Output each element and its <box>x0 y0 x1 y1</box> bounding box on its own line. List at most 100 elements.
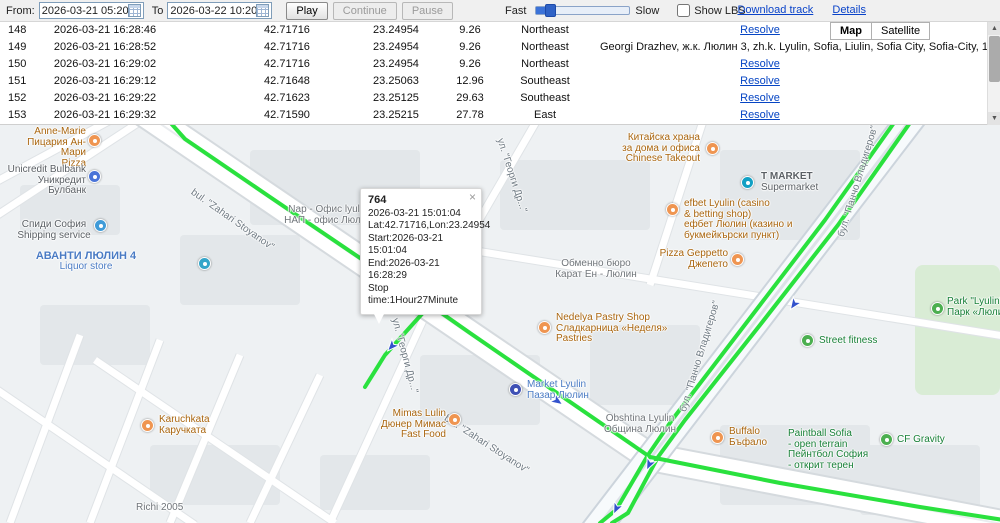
poi-label-geppetto: Pizza Geppetto Джепето <box>659 248 728 270</box>
resolve-link[interactable]: Resolve <box>740 92 780 104</box>
park-icon[interactable] <box>931 302 944 315</box>
row-lon: 23.25215 <box>373 109 419 121</box>
shipping-icon[interactable] <box>94 219 107 232</box>
row-time: 2026-03-21 16:29:12 <box>53 75 157 87</box>
row-lat: 42.71648 <box>264 75 310 87</box>
table-row[interactable]: 149 2026-03-21 16:28:52 42.71716 23.2495… <box>0 39 1000 56</box>
resolved-address: Georgi Drazhev, ж.к. Люлин 3, zh.k. Lyul… <box>600 41 1000 53</box>
resolve-link[interactable]: Resolve <box>740 58 780 70</box>
table-row[interactable]: 151 2026-03-21 16:29:12 42.71648 23.2506… <box>0 73 1000 90</box>
row-lat: 42.71716 <box>264 41 310 53</box>
map-button[interactable]: Map <box>830 22 872 40</box>
download-track-link[interactable]: Download track <box>737 4 813 16</box>
calendar-icon[interactable] <box>256 4 270 17</box>
poi-label-paintball: Paintball Sofia - open terrain Пейнтбол Со… <box>788 428 869 471</box>
fast-food-icon[interactable] <box>448 413 461 426</box>
poi-label-mimas: Mimas Lulin Дюнер Мимас Fast Food <box>380 408 446 440</box>
row-speed: 27.78 <box>456 109 484 121</box>
supermarket-icon[interactable] <box>741 176 754 189</box>
close-icon[interactable]: × <box>469 191 476 203</box>
info-line-time: 2026-03-21 15:01:04 <box>368 207 461 219</box>
info-line-stoptime: Stop time:1Hour27Minute <box>368 282 459 307</box>
slider-handle[interactable] <box>545 4 557 17</box>
poi-label-obshtina: Obshtina Lyulin Община Люлин <box>604 413 676 435</box>
restaurant-icon[interactable] <box>731 253 744 266</box>
info-line-start: Start:2026-03-21 15:01:04 <box>368 232 444 257</box>
poi-label-karuchkata: Karuchkata Каручката <box>159 414 210 436</box>
row-direction: Northeast <box>521 41 569 53</box>
row-direction: Northeast <box>521 24 569 36</box>
row-lon: 23.25063 <box>373 75 419 87</box>
speed-slider[interactable] <box>535 4 631 17</box>
poi-label-avanti: АВАНТИ ЛЮЛИН 4 Liquor store <box>35 250 137 272</box>
poi-label-efbet: efbet Lyulin (casino & betting shop) ефбет… <box>684 198 793 241</box>
table-row[interactable]: 150 2026-03-21 16:29:02 42.71716 23.2495… <box>0 56 1000 73</box>
row-speed: 12.96 <box>456 75 484 87</box>
restaurant-icon[interactable] <box>711 431 724 444</box>
fitness-icon[interactable] <box>801 334 814 347</box>
scrollbar-thumb[interactable] <box>989 36 1000 82</box>
toolbar-links: Download track Details <box>721 4 866 16</box>
details-link[interactable]: Details <box>832 4 866 16</box>
map-type-toggle: Map Satellite <box>830 22 931 40</box>
row-direction: Southeast <box>520 75 570 87</box>
calendar-icon[interactable] <box>127 4 141 17</box>
restaurant-icon[interactable] <box>88 134 101 147</box>
track-info-window: × 764 2026-03-21 15:01:04 Lat:42.71716,L… <box>360 188 490 324</box>
row-time: 2026-03-21 16:29:22 <box>53 92 157 104</box>
slow-label: Slow <box>635 4 660 17</box>
show-lbs-checkbox[interactable] <box>677 4 691 17</box>
row-direction: Northeast <box>521 58 569 70</box>
map-canvas[interactable]: bul. "Zahari Stoyanov" bul. "Zahari Stoy… <box>0 125 1000 523</box>
table-row[interactable]: 152 2026-03-21 16:29:22 42.71623 23.2512… <box>0 90 1000 107</box>
row-lon: 23.24954 <box>373 41 419 53</box>
row-time: 2026-03-21 16:28:52 <box>53 41 157 53</box>
info-window-tail <box>374 313 384 324</box>
table-row[interactable]: 153 2026-03-21 16:29:32 42.71590 23.2521… <box>0 107 1000 124</box>
row-index: 151 <box>8 75 27 87</box>
scroll-up-icon[interactable]: ▲ <box>988 22 1000 35</box>
fast-label: Fast <box>505 4 527 17</box>
row-speed: 9.26 <box>459 24 481 36</box>
from-date-input[interactable] <box>41 4 128 17</box>
pastry-shop-icon[interactable] <box>538 321 551 334</box>
row-direction: East <box>533 109 556 121</box>
table-scrollbar[interactable]: ▲ ▼ <box>987 22 1000 125</box>
row-lat: 42.71716 <box>264 58 310 70</box>
row-speed: 9.26 <box>459 58 481 70</box>
row-index: 148 <box>8 24 27 36</box>
info-line-end: End:2026-03-21 16:28:29 <box>368 257 440 282</box>
row-index: 150 <box>8 58 27 70</box>
from-date-field <box>38 2 144 19</box>
casino-icon[interactable] <box>666 203 679 216</box>
pause-button[interactable]: Pause <box>401 1 454 20</box>
poi-label-unicredit: Unicredit Bulbank Уникредит Булбанк <box>7 164 86 196</box>
bank-icon[interactable] <box>88 170 101 183</box>
satellite-button[interactable]: Satellite <box>872 22 931 40</box>
row-speed: 29.63 <box>456 92 484 104</box>
poi-label-chinese-takeout: Китайска храна за дома и офиса Chinese Tak… <box>622 132 700 164</box>
restaurant-icon[interactable] <box>706 142 719 155</box>
row-lon: 23.24954 <box>373 58 419 70</box>
play-button[interactable]: Play <box>286 1 328 20</box>
scroll-down-icon[interactable]: ▼ <box>988 112 1000 125</box>
resolve-link[interactable]: Resolve <box>740 75 780 87</box>
continue-button[interactable]: Continue <box>332 1 397 20</box>
resolve-link[interactable]: Resolve <box>740 109 780 121</box>
liquor-store-icon[interactable] <box>198 257 211 270</box>
poi-label-anne-marie: Anne-Marie Пицария Ан-Мари Pizza <box>27 126 86 169</box>
row-lat: 42.71716 <box>264 24 310 36</box>
restaurant-icon[interactable] <box>141 419 154 432</box>
row-time: 2026-03-21 16:29:32 <box>53 109 157 121</box>
row-index: 149 <box>8 41 27 53</box>
to-label: To <box>151 4 164 17</box>
row-speed: 9.26 <box>459 41 481 53</box>
poi-label-cf-gravity: CF Gravity <box>897 434 945 445</box>
playback-toolbar: From: To Play Continue Pause Fast Slow S… <box>0 0 1000 22</box>
row-time: 2026-03-21 16:29:02 <box>53 58 157 70</box>
info-window-title: 764 <box>368 194 387 206</box>
resolve-link[interactable]: Resolve <box>740 24 780 36</box>
market-icon[interactable] <box>509 383 522 396</box>
poi-label-street-fitness: Street fitness <box>819 335 878 346</box>
to-date-input[interactable] <box>170 4 257 17</box>
